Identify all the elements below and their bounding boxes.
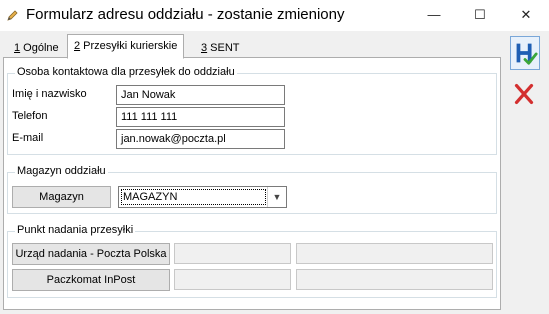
tab-ogolne[interactable]: 1 Ogólne	[7, 37, 66, 59]
post-office-name-field	[296, 243, 493, 264]
tab-sent[interactable]: 3 SENT	[194, 37, 247, 59]
close-button[interactable]: ✕	[503, 0, 549, 31]
post-office-code-field	[174, 243, 291, 264]
email-field[interactable]: jan.nowak@poczta.pl	[116, 129, 285, 149]
phone-field[interactable]: 111 111 111	[116, 107, 285, 127]
shipping-point-group-title: Punkt nadania przesyłki	[15, 224, 136, 236]
phone-label: Telefon	[12, 110, 48, 122]
minimize-button[interactable]: —	[411, 0, 457, 31]
warehouse-select[interactable]: MAGAZYN ▼	[118, 186, 287, 208]
email-label: E-mail	[12, 132, 44, 144]
tab-label: Przesyłki kurierskie	[80, 40, 178, 52]
warehouse-select-value: MAGAZYN	[121, 189, 266, 205]
paczkomat-name-field	[296, 269, 493, 290]
contact-group-title: Osoba kontaktowa dla przesyłek do oddzia…	[15, 66, 237, 78]
warehouse-group-title: Magazyn oddziału	[15, 165, 108, 177]
tab-label: SENT	[207, 42, 240, 54]
tab-przesylki-kurierskie[interactable]: 2 Przesyłki kurierskie	[67, 34, 185, 59]
tab-label: Ogólne	[20, 42, 59, 54]
save-check-icon	[516, 43, 538, 65]
cancel-button[interactable]	[510, 78, 540, 112]
name-label: Imię i nazwisko	[12, 88, 87, 100]
post-office-button[interactable]: Urząd nadania - Poczta Polska	[12, 243, 170, 265]
chevron-down-icon[interactable]: ▼	[267, 187, 286, 207]
maximize-button[interactable]: ☐	[457, 0, 503, 31]
warehouse-button[interactable]: Magazyn	[12, 186, 111, 208]
paczkomat-code-field	[174, 269, 291, 290]
save-button[interactable]	[510, 36, 540, 70]
name-field[interactable]: Jan Nowak	[116, 85, 285, 105]
window-title: Formularz adresu oddziału - zostanie zmi…	[26, 6, 345, 23]
title-bar: Formularz adresu oddziału - zostanie zmi…	[0, 0, 549, 31]
paczkomat-button[interactable]: Paczkomat InPost	[12, 269, 170, 291]
pencil-icon	[7, 10, 18, 21]
cancel-x-icon	[514, 83, 534, 105]
